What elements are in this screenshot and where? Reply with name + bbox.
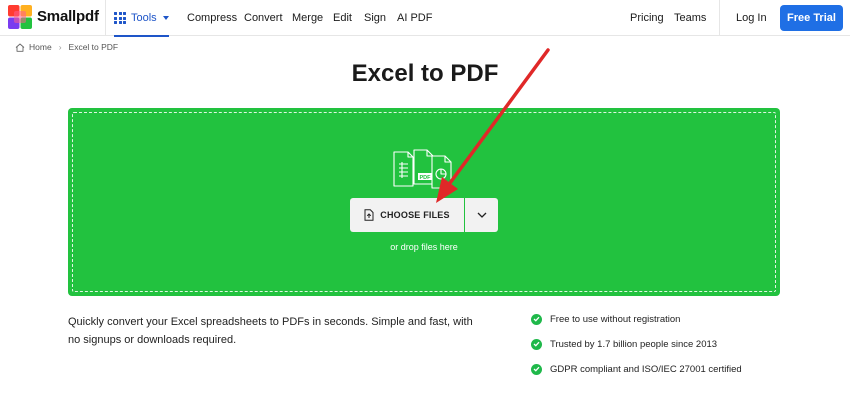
- check-icon: [531, 313, 542, 325]
- feature-item: GDPR compliant and ISO/IEC 27001 certifi…: [531, 363, 742, 375]
- feature-list: Free to use without registration Trusted…: [531, 313, 742, 388]
- check-icon: [531, 363, 542, 375]
- nav-ai-pdf[interactable]: AI PDF: [397, 12, 432, 24]
- nav-compress[interactable]: Compress: [187, 12, 237, 24]
- file-upload-icon: [364, 209, 374, 221]
- excel-to-pdf-files-icon: PDF: [393, 149, 452, 189]
- nav-sign[interactable]: Sign: [364, 12, 386, 24]
- nav-convert[interactable]: Convert: [244, 12, 283, 24]
- feature-text: Free to use without registration: [550, 313, 681, 325]
- tools-label: Tools: [131, 12, 157, 24]
- breadcrumb-home[interactable]: Home: [29, 42, 52, 52]
- nav-pricing[interactable]: Pricing: [630, 12, 664, 24]
- breadcrumb-current: Excel to PDF: [68, 42, 119, 52]
- divider: [105, 0, 106, 36]
- chevron-down-icon: [477, 212, 486, 218]
- feature-item: Free to use without registration: [531, 313, 742, 325]
- smallpdf-logo[interactable]: [8, 5, 32, 29]
- feature-text: Trusted by 1.7 billion people since 2013: [550, 338, 718, 350]
- divider: [719, 0, 720, 36]
- page-description: Quickly convert your Excel spreadsheets …: [68, 316, 473, 346]
- drop-hint: or drop files here: [390, 242, 458, 252]
- breadcrumb: Home › Excel to PDF: [15, 42, 118, 52]
- file-drop-zone[interactable]: PDF CHOOSE FILES or drop files here: [68, 108, 780, 296]
- top-nav: Smallpdf Tools Compress Convert Merge Ed…: [0, 0, 850, 37]
- breadcrumb-separator: ›: [58, 42, 62, 52]
- pdf-badge-text: PDF: [420, 175, 432, 181]
- home-icon: [15, 43, 25, 52]
- brand-name[interactable]: Smallpdf: [37, 8, 99, 25]
- nav-edit[interactable]: Edit: [333, 12, 352, 24]
- free-trial-button[interactable]: Free Trial: [780, 5, 843, 31]
- nav-teams[interactable]: Teams: [674, 12, 706, 24]
- feature-item: Trusted by 1.7 billion people since 2013: [531, 338, 742, 350]
- choose-source-dropdown[interactable]: [465, 198, 498, 232]
- tools-menu[interactable]: Tools: [114, 0, 169, 37]
- page-title: Excel to PDF: [351, 60, 499, 87]
- login-link[interactable]: Log In: [736, 12, 767, 24]
- chevron-down-icon: [162, 16, 169, 20]
- nav-merge[interactable]: Merge: [292, 12, 323, 24]
- choose-files-button[interactable]: CHOOSE FILES: [350, 198, 464, 232]
- grid-icon: [114, 12, 126, 24]
- feature-text: GDPR compliant and ISO/IEC 27001 certifi…: [550, 363, 742, 375]
- check-icon: [531, 338, 542, 350]
- choose-files-label: CHOOSE FILES: [380, 210, 450, 220]
